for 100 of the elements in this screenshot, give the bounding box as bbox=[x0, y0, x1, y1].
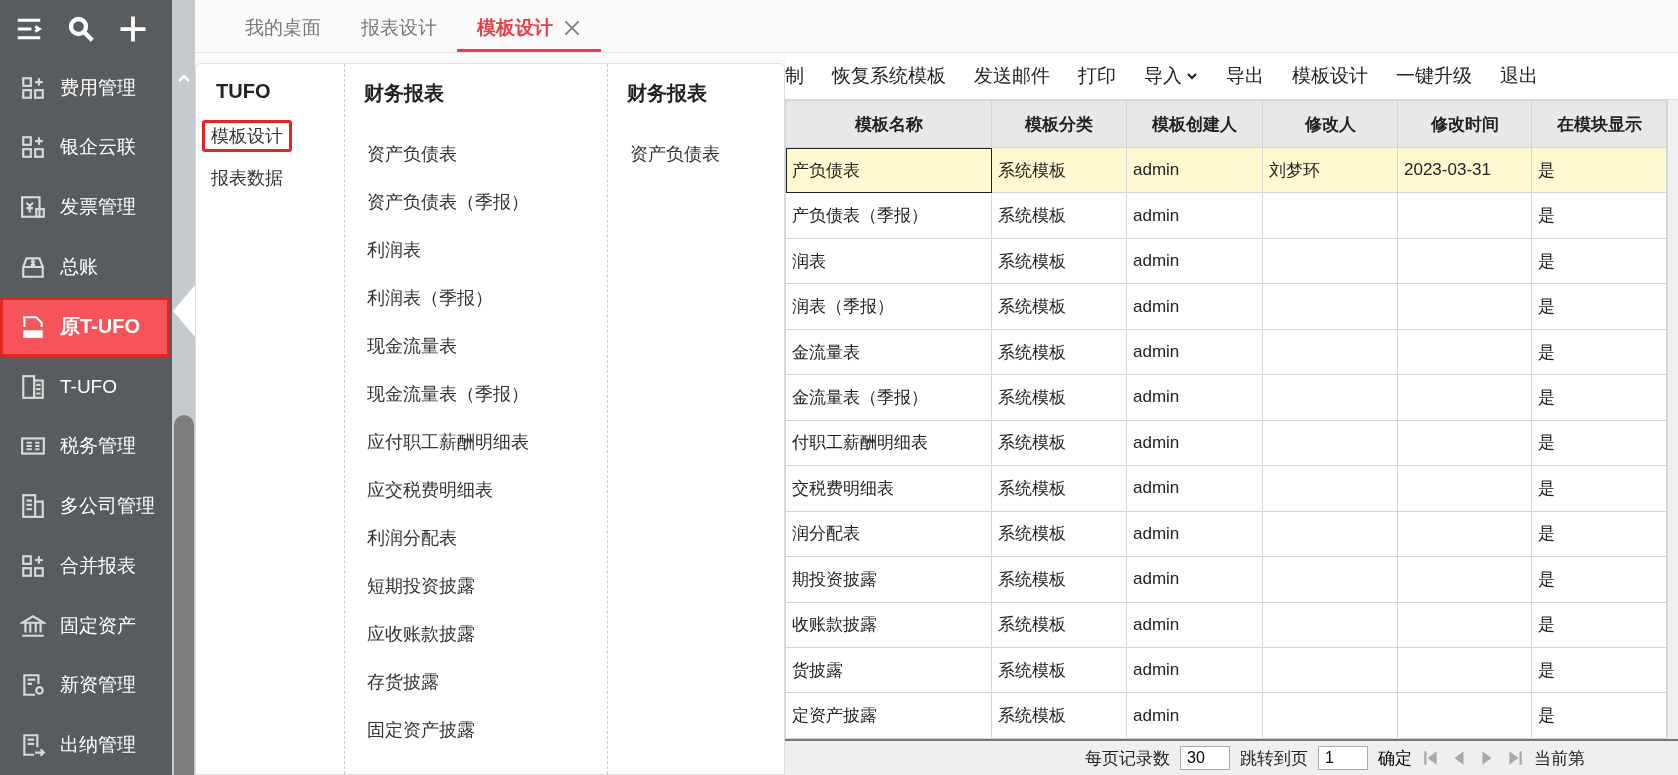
table-cell: 系统模板 bbox=[991, 465, 1127, 512]
menu-item[interactable]: 固定资产披露 bbox=[361, 706, 481, 754]
menu-item[interactable]: 利润表（季报） bbox=[361, 274, 499, 322]
menu-item[interactable]: 模板设计 bbox=[202, 120, 292, 152]
menu-item[interactable]: 短期投资披露 bbox=[361, 562, 481, 610]
table-cell: 产负债表 bbox=[785, 147, 992, 193]
sidebar-item[interactable]: 发票管理 bbox=[0, 177, 170, 238]
jump-label: 跳转到页 bbox=[1240, 747, 1308, 770]
table-cell: 系统模板 bbox=[991, 647, 1127, 693]
menu-item[interactable]: 利润表 bbox=[361, 226, 427, 274]
last-page-icon[interactable] bbox=[1506, 749, 1524, 767]
column-header[interactable]: 模板创建人 bbox=[1126, 100, 1263, 148]
page-size-field[interactable]: 30 bbox=[1180, 746, 1230, 770]
toolbar-button[interactable]: 恢复系统模板 bbox=[832, 63, 946, 89]
table-cell: 润表 bbox=[785, 238, 992, 284]
column-header[interactable]: 修改时间 bbox=[1397, 100, 1532, 148]
table-cell: admin bbox=[1126, 192, 1263, 239]
close-icon[interactable] bbox=[563, 19, 581, 37]
toolbar-button[interactable]: 制 bbox=[785, 63, 804, 89]
menu-item[interactable]: 现金流量表 bbox=[361, 322, 463, 370]
current-page-label: 当前第 bbox=[1534, 747, 1585, 770]
table-cell: admin bbox=[1126, 692, 1263, 739]
table-cell: 期投资披露 bbox=[785, 556, 992, 603]
page-field[interactable]: 1 bbox=[1318, 746, 1368, 770]
sidebar-item[interactable]: 出纳管理 bbox=[0, 715, 170, 775]
sidebar-item[interactable]: 费用管理 bbox=[0, 57, 170, 118]
menu-heading: TUFO bbox=[215, 80, 272, 104]
table-cell: 刘梦环 bbox=[1262, 147, 1398, 193]
sidebar-item[interactable]: 总账 bbox=[0, 237, 170, 297]
toolbar-button[interactable]: 导入 bbox=[1144, 63, 1198, 89]
column-header[interactable]: 在模块显示 bbox=[1531, 100, 1667, 148]
table-cell: 系统模板 bbox=[991, 374, 1127, 421]
menu-item[interactable]: 资产负债表（季报） bbox=[361, 178, 535, 226]
page-size-label: 每页记录数 bbox=[1085, 747, 1170, 770]
table-cell: 2023-03-31 bbox=[1397, 147, 1532, 193]
building-icon bbox=[20, 373, 46, 400]
table-cell: 产负债表（季报） bbox=[785, 192, 992, 239]
scrollbar[interactable] bbox=[1667, 100, 1678, 739]
column-header[interactable]: 模板分类 bbox=[991, 100, 1127, 148]
column-header[interactable]: 模板名称 bbox=[785, 100, 992, 148]
table-cell: admin bbox=[1126, 420, 1263, 466]
menu-item[interactable]: 应交税费明细表 bbox=[361, 466, 499, 514]
sidebar-item[interactable]: 合并报表 bbox=[0, 535, 170, 596]
table-cell: 是 bbox=[1531, 556, 1667, 603]
tab[interactable]: 模板设计 bbox=[457, 15, 601, 52]
table-cell: 系统模板 bbox=[991, 238, 1127, 284]
sidebar-item[interactable]: 新资管理 bbox=[0, 655, 170, 716]
table-cell: 系统模板 bbox=[991, 283, 1127, 330]
table-cell: 是 bbox=[1531, 420, 1667, 466]
table-cell: 付职工薪酬明细表 bbox=[785, 420, 992, 466]
apps-icon bbox=[20, 134, 46, 161]
table-cell: 是 bbox=[1531, 283, 1667, 330]
toolbar-button[interactable]: 发送邮件 bbox=[974, 63, 1050, 89]
tab[interactable]: 我的桌面 bbox=[225, 15, 341, 52]
sidebar-item[interactable]: 税务管理 bbox=[0, 416, 170, 477]
toolbar-button[interactable]: 打印 bbox=[1078, 63, 1116, 89]
table-cell: 是 bbox=[1531, 329, 1667, 375]
column-header[interactable]: 修改人 bbox=[1262, 100, 1398, 148]
menu-item[interactable]: 现金流量表（季报） bbox=[361, 370, 535, 418]
menu-item[interactable]: 报表数据 bbox=[202, 162, 292, 194]
table-cell: admin bbox=[1126, 238, 1263, 284]
menu-item[interactable]: 资产负债表 bbox=[361, 130, 463, 178]
table-cell: 是 bbox=[1531, 647, 1667, 693]
sidebar-item[interactable]: 固定资产 bbox=[0, 595, 170, 656]
menu-item[interactable]: 应付职工薪酬明细表 bbox=[361, 418, 535, 466]
table-cell: admin bbox=[1126, 374, 1263, 421]
menu-item[interactable]: 应收账款披露 bbox=[361, 610, 481, 658]
table-cell: admin bbox=[1126, 329, 1263, 375]
menu-item[interactable]: 存货披露 bbox=[361, 658, 445, 706]
confirm-button[interactable]: 确定 bbox=[1378, 746, 1412, 770]
sidebar-item[interactable]: 银企云联 bbox=[0, 117, 170, 178]
table-cell: admin bbox=[1126, 283, 1263, 330]
tab[interactable]: 报表设计 bbox=[341, 15, 457, 52]
scrollbar-thumb[interactable] bbox=[173, 415, 194, 775]
apps-icon bbox=[20, 74, 46, 101]
table-cell: 系统模板 bbox=[991, 192, 1127, 239]
table-cell: 是 bbox=[1531, 147, 1667, 193]
table-cell: 收账款披露 bbox=[785, 602, 992, 648]
office-building-icon bbox=[20, 493, 46, 520]
invoice-icon bbox=[20, 194, 46, 221]
table-cell: 系统模板 bbox=[991, 329, 1127, 375]
menu-item[interactable]: 利润分配表 bbox=[361, 514, 463, 562]
menu-item[interactable]: 资产负债表 bbox=[624, 130, 726, 178]
table-cell: 系统模板 bbox=[991, 147, 1127, 193]
first-page-icon[interactable] bbox=[1422, 749, 1440, 767]
table-cell: 系统模板 bbox=[991, 511, 1127, 557]
toolbar-button[interactable]: 一键升级 bbox=[1396, 63, 1472, 89]
sidebar-item[interactable]: T-UFO bbox=[0, 356, 170, 417]
sidebar-item[interactable]: 多公司管理 bbox=[0, 476, 170, 536]
table-cell: 金流量表 bbox=[785, 329, 992, 375]
table-cell: 润分配表 bbox=[785, 511, 992, 557]
table-cell: admin bbox=[1126, 147, 1263, 193]
apps-icon bbox=[20, 552, 46, 579]
table-cell: admin bbox=[1126, 556, 1263, 603]
toolbar-button[interactable]: 模板设计 bbox=[1292, 63, 1368, 89]
table-cell: 是 bbox=[1531, 692, 1667, 739]
table-cell: admin bbox=[1126, 465, 1263, 512]
toolbar-button[interactable]: 导出 bbox=[1226, 63, 1264, 89]
ufo-document-icon bbox=[20, 313, 46, 340]
toolbar-button[interactable]: 退出 bbox=[1500, 63, 1538, 89]
